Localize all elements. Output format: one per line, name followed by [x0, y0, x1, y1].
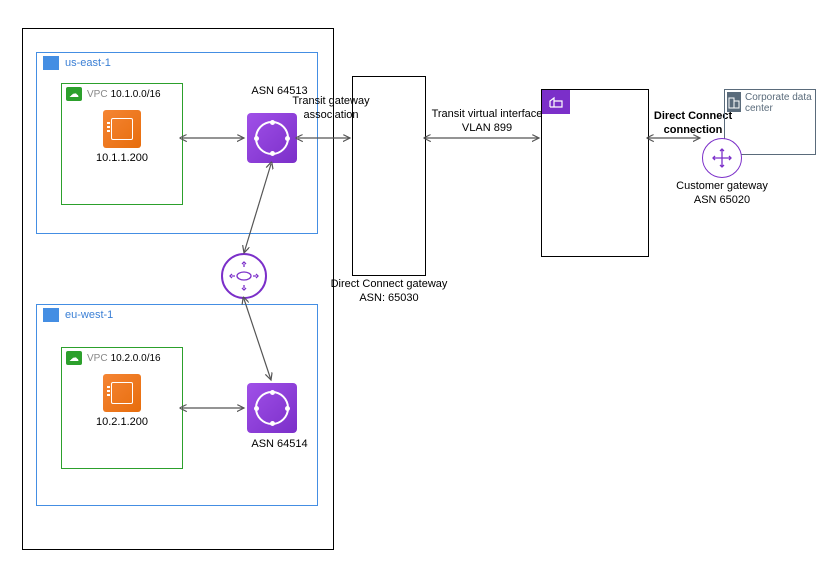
instance-ip: 10.2.1.200 [62, 416, 182, 428]
vpc-cidr: 10.2.0.0/16 [111, 353, 161, 364]
asn-label-eu: ASN 64514 [247, 438, 312, 452]
dx-location-icon [542, 90, 570, 114]
direct-connect-location-box [541, 89, 649, 257]
region-flag-icon [43, 308, 59, 322]
building-icon [727, 92, 741, 112]
region-name: eu-west-1 [65, 309, 113, 321]
region-flag-icon [43, 56, 59, 70]
tgw-association-label: Transit gateway association [290, 95, 372, 123]
vpc-us-east-1: ☁ VPC 10.1.0.0/16 10.1.1.200 [61, 83, 183, 205]
vpc-cloud-icon: ☁ [66, 351, 82, 365]
vpc-cidr: 10.1.0.0/16 [111, 89, 161, 100]
vpc-label: VPC [87, 353, 108, 364]
tvi-vlan: VLAN 899 [462, 122, 512, 134]
region-name: us-east-1 [65, 57, 111, 69]
cgw-asn: ASN 65020 [694, 194, 750, 206]
region-us-east-1: us-east-1 ☁ VPC 10.1.0.0/16 10.1.1.200 A… [36, 52, 318, 234]
dcgw-asn: ASN: 65030 [359, 292, 418, 304]
vpc-header: ☁ VPC 10.2.0.0/16 [62, 348, 182, 368]
vpc-cloud-icon: ☁ [66, 87, 82, 101]
region-header-eu-west-1: eu-west-1 [37, 305, 317, 325]
dcgw-label: Direct Connect gateway ASN: 65030 [330, 278, 448, 306]
instance-ip: 10.1.1.200 [62, 152, 182, 164]
transit-gateway-icon-eu [247, 383, 297, 433]
corp-header: Corporate data center [725, 90, 815, 116]
gateway-circle-icon [221, 253, 267, 299]
region-header-us-east-1: us-east-1 [37, 53, 317, 73]
tvi-name: Transit virtual interface [432, 108, 543, 120]
vpc-label: VPC [87, 89, 108, 100]
vpc-eu-west-1: ☁ VPC 10.2.0.0/16 10.2.1.200 [61, 347, 183, 469]
corp-label: Corporate data center [745, 92, 813, 114]
ec2-instance-icon [103, 374, 141, 412]
cgw-name: Customer gateway [676, 180, 768, 192]
cgw-label: Customer gateway ASN 65020 [672, 180, 772, 208]
vpc-header: ☁ VPC 10.1.0.0/16 [62, 84, 182, 104]
dcgw-name: Direct Connect gateway [331, 278, 448, 290]
region-eu-west-1: eu-west-1 ☁ VPC 10.2.0.0/16 10.2.1.200 A… [36, 304, 318, 506]
customer-gateway-icon [702, 138, 742, 178]
tvi-label: Transit virtual interface VLAN 899 [428, 108, 546, 136]
ec2-instance-icon [103, 110, 141, 148]
